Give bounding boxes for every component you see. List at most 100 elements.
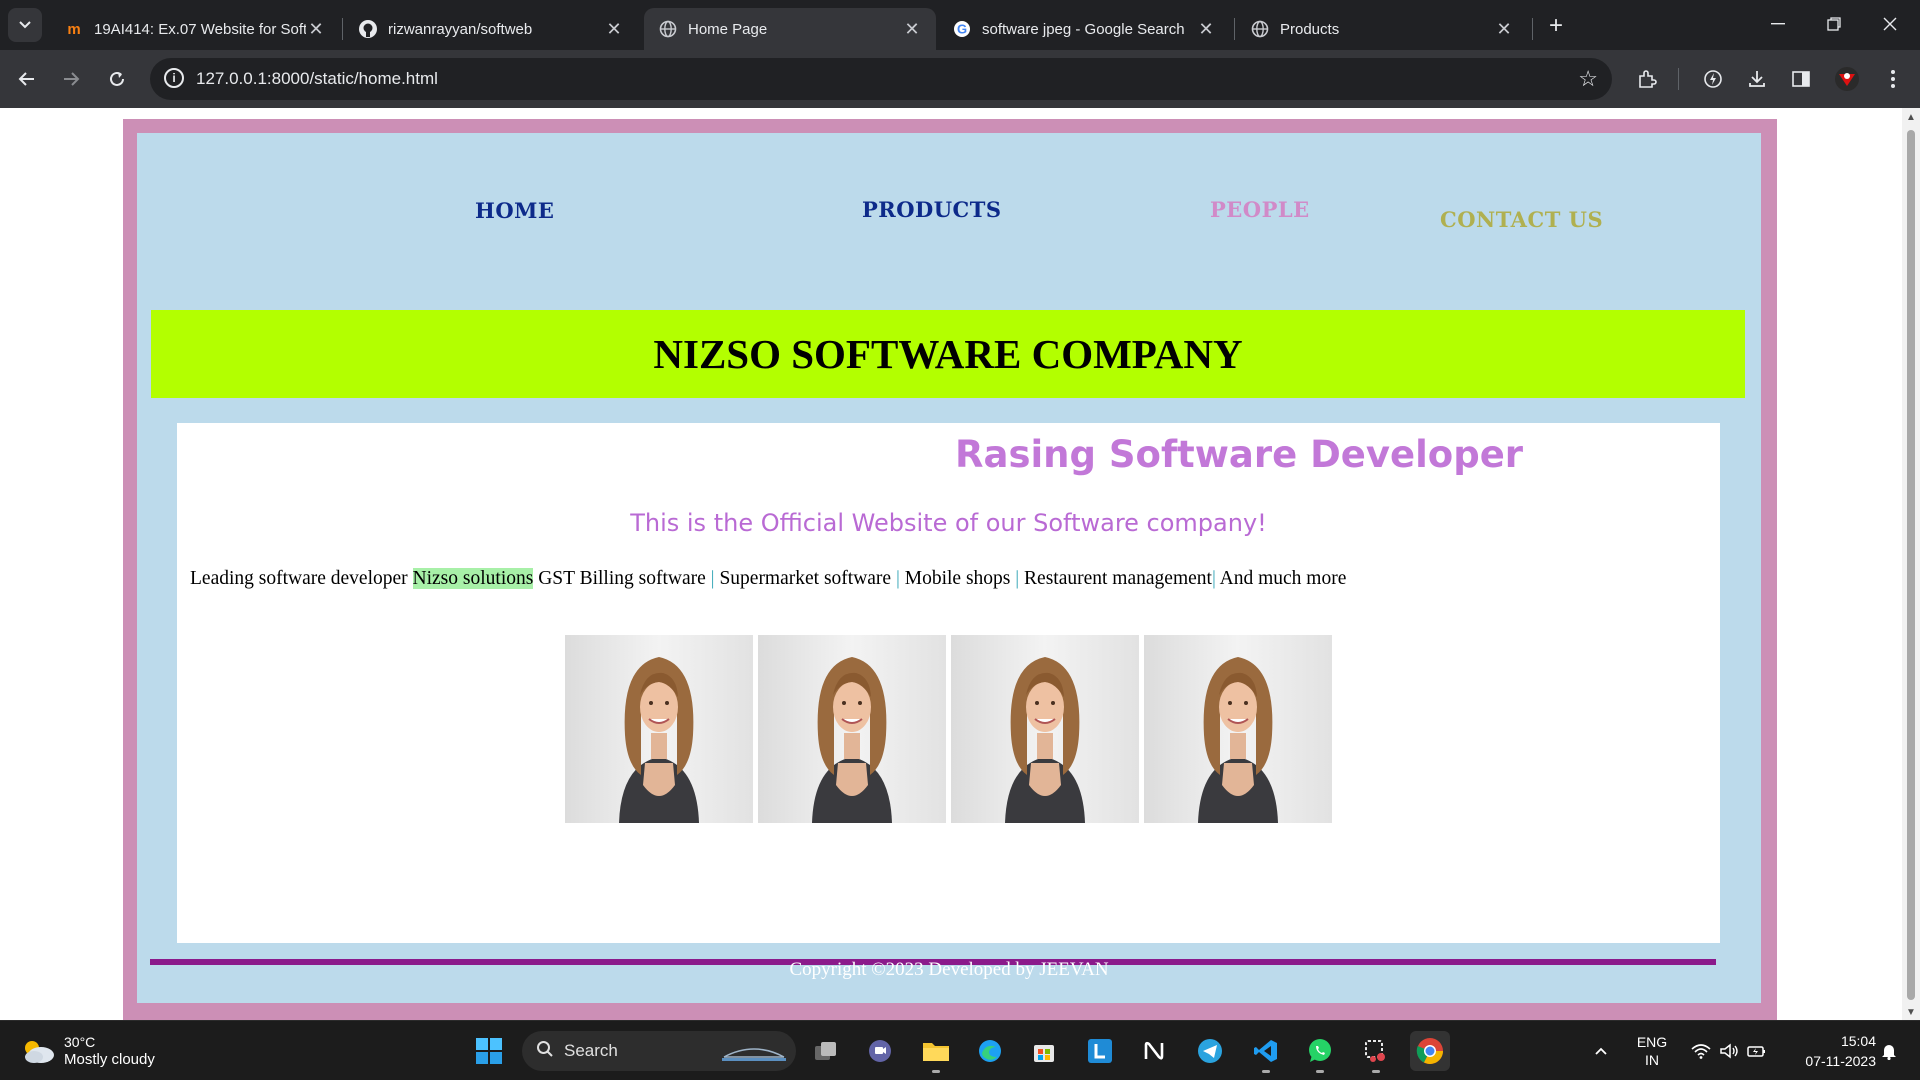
clock-date: 07-11-2023 [1805,1053,1876,1069]
show-hidden-icons-button[interactable] [1586,1021,1616,1081]
store-icon [1034,1045,1054,1062]
reload-button[interactable] [100,62,134,96]
download-icon[interactable] [1742,64,1772,94]
telegram-app[interactable] [1190,1031,1230,1071]
github-icon [358,19,378,39]
file-explorer-app[interactable] [916,1031,956,1073]
tab-title: Home Page [688,20,768,38]
reload-icon [110,71,124,86]
close-icon[interactable]: ✕ [1494,19,1514,40]
battery-charging-icon [1747,1046,1765,1057]
snipping-tool-app[interactable] [1356,1031,1396,1073]
edge-app[interactable] [970,1031,1010,1071]
window-close-button[interactable] [1862,0,1918,48]
language-code: ENG [1636,1034,1668,1050]
company-name-highlight: Nizso solutions [412,568,534,589]
tab-github[interactable]: rizwanrayyan/softweb ✕ [344,8,638,50]
tab-moodle[interactable]: m 19AI414: Ex.07 Website for Soft ✕ [50,8,340,50]
vscode-app[interactable] [1246,1031,1286,1073]
tab-google-search[interactable]: G software jpeg - Google Search ✕ [938,8,1230,50]
wifi-icon [1691,1044,1711,1059]
service-item: GST Billing software [533,568,711,589]
tab-search-button[interactable] [8,8,42,42]
company-title: NIZSO SOFTWARE COMPANY [653,331,1243,377]
tab-home-page[interactable]: Home Page ✕ [644,8,936,50]
minimize-button[interactable] [1750,0,1806,48]
chrome-app[interactable] [1410,1031,1450,1071]
google-icon: G [952,19,972,39]
task-view-icon [815,1042,836,1060]
nav-home-link[interactable]: HOME [475,198,554,223]
clock-time: 15:04 [1840,1033,1876,1049]
quick-settings[interactable] [1682,1021,1776,1081]
snipping-tool-icon [1365,1040,1385,1062]
restore-button[interactable] [1806,0,1862,48]
profile-avatar[interactable] [1832,64,1862,94]
menu-kebab-icon[interactable] [1878,64,1908,94]
weather-widget[interactable]: 30°C Mostly cloudy [20,1033,155,1069]
browser-toolbar: i 127.0.0.1:8000/static/home.html ☆ [0,50,1920,108]
main-content: Rasing Software Developer This is the Of… [177,423,1720,943]
l-app-icon [1088,1039,1112,1063]
whatsapp-app[interactable] [1300,1031,1340,1073]
close-icon[interactable]: ✕ [306,19,326,40]
l-app[interactable] [1080,1031,1120,1071]
extensions-icon[interactable] [1632,64,1662,94]
close-icon[interactable]: ✕ [902,19,922,40]
nav-contact-link[interactable]: CONTACT US [1440,207,1603,232]
bridge-illustration-icon [722,1048,786,1061]
service-item: Mobile shops [899,568,1016,589]
notification-bell-icon[interactable] [1874,1021,1904,1081]
close-icon[interactable]: ✕ [604,19,624,40]
n-app-icon [1144,1041,1164,1060]
tab-title: 19AI414: Ex.07 Website for Soft [94,20,306,38]
scroll-up-icon[interactable]: ▲ [1906,112,1916,123]
gallery-photo [758,635,946,823]
page-frame: HOME PRODUCTS PEOPLE CONTACT US NIZSO SO… [123,119,1777,1020]
notion-app[interactable] [1134,1031,1174,1071]
start-button[interactable] [469,1031,509,1071]
site-info-icon[interactable]: i [164,68,184,88]
photo-gallery [565,635,1332,823]
address-bar[interactable]: i 127.0.0.1:8000/static/home.html ☆ [150,58,1612,100]
side-panel-icon[interactable] [1786,64,1816,94]
restore-icon [1827,17,1841,31]
scrollbar-thumb[interactable] [1907,130,1915,1000]
page-viewport: HOME PRODUCTS PEOPLE CONTACT US NIZSO SO… [0,108,1902,1020]
language-indicator[interactable]: ENG IN [1630,1021,1674,1081]
globe-icon [1250,19,1270,39]
clock[interactable]: 15:04 07-11-2023 [1782,1021,1876,1081]
region-code: IN [1645,1052,1659,1068]
company-banner: NIZSO SOFTWARE COMPANY [151,310,1745,398]
taskbar-search[interactable]: Search [522,1031,796,1071]
vscode-icon [1254,1040,1277,1062]
meet-app[interactable] [860,1031,900,1071]
moodle-icon: m [67,20,81,38]
copyright-text: Copyright ©2023 Developed by JEEVAN [789,959,1109,980]
back-button[interactable] [10,62,44,96]
page-scrollbar[interactable]: ▲ ▼ [1902,108,1920,1020]
folder-icon [923,1043,949,1061]
minimize-icon [1771,23,1785,25]
scroll-down-icon[interactable]: ▼ [1906,1007,1916,1018]
nav-people-link[interactable]: PEOPLE [1210,197,1310,222]
nav-products-link[interactable]: PRODUCTS [862,197,1002,222]
service-item: Supermarket software [714,568,896,589]
toolbar-divider [1678,68,1679,90]
performance-icon[interactable] [1698,64,1728,94]
new-tab-button[interactable]: + [1540,10,1572,42]
windows-taskbar: 30°C Mostly cloudy Search ENG IN 15:04 0… [0,1020,1920,1080]
store-app[interactable] [1024,1031,1064,1071]
service-item: Restaurent management [1019,568,1212,589]
cloudy-weather-icon [25,1041,54,1063]
task-view-button[interactable] [806,1031,846,1071]
gallery-photo [951,635,1139,823]
url-text[interactable]: 127.0.0.1:8000/static/home.html [196,69,438,89]
chrome-icon [1416,1038,1443,1064]
bookmark-star-icon[interactable]: ☆ [1578,66,1598,92]
whatsapp-icon [1309,1039,1331,1062]
edge-icon [979,1040,1001,1062]
close-icon[interactable]: ✕ [1196,19,1216,40]
tab-products[interactable]: Products ✕ [1236,8,1528,50]
forward-button[interactable] [54,62,88,96]
